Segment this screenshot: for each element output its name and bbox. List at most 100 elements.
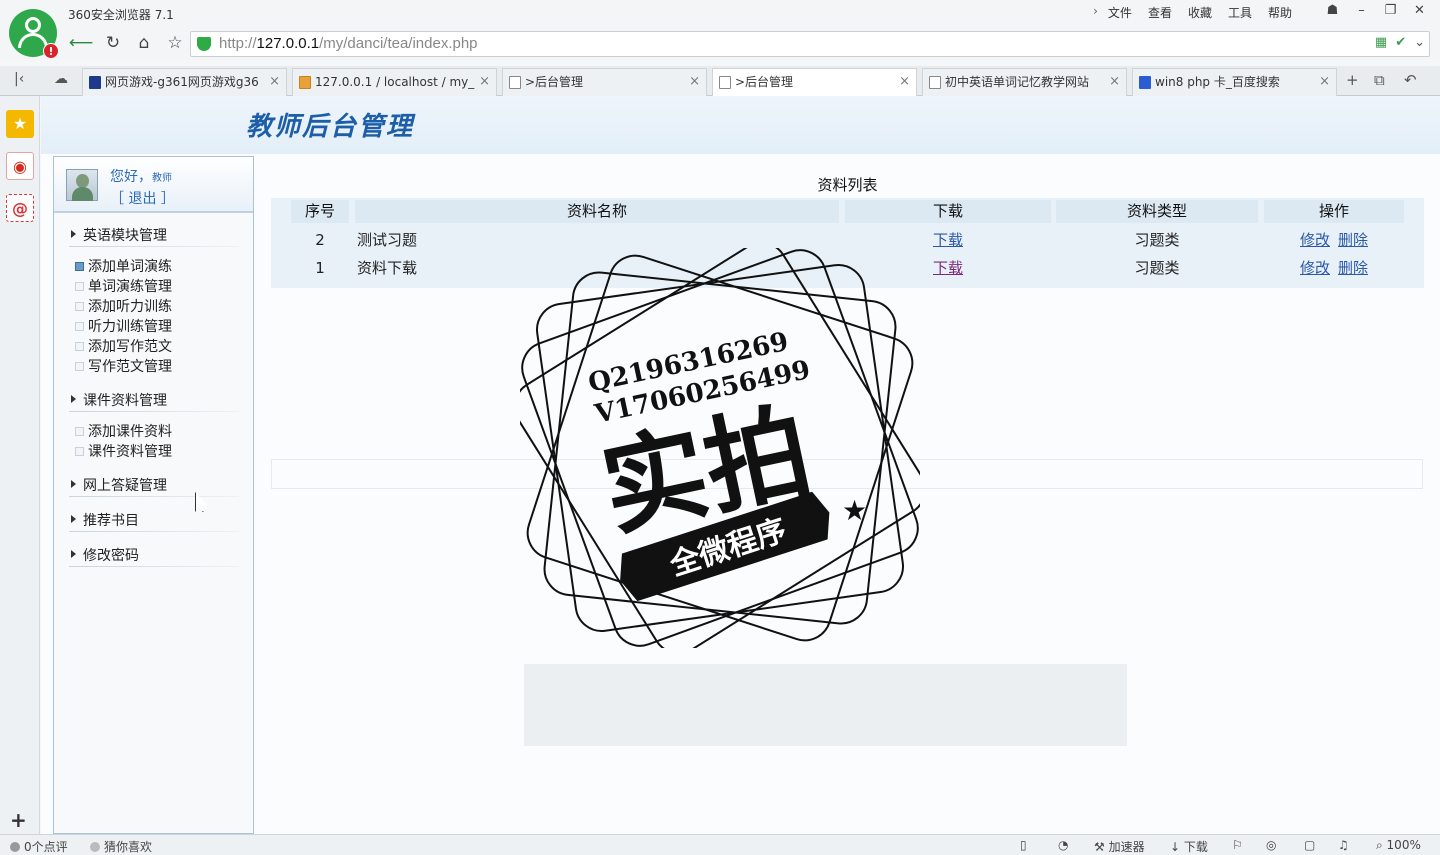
menu-listening-manage[interactable]: 听力训练管理 [75, 316, 172, 336]
speed-icon[interactable]: ◔ [1058, 838, 1068, 852]
favorite-star-icon[interactable]: ☆ [162, 32, 188, 56]
sidebar-add-icon[interactable]: + [10, 808, 27, 832]
menu-favorites[interactable]: 收藏 [1180, 4, 1220, 21]
delete-link[interactable]: 删除 [1338, 259, 1368, 277]
volume-icon[interactable]: ♫ [1338, 838, 1349, 852]
header-actions: 操作 [1264, 200, 1404, 223]
refresh-icon[interactable]: ↻ [100, 32, 126, 56]
section-recommended-books[interactable]: 推荐书目 [69, 510, 239, 532]
section-courseware[interactable]: 课件资料管理 [69, 390, 239, 412]
tab-close-icon[interactable]: × [269, 69, 280, 95]
safe-check-icon[interactable]: ✔ [1395, 35, 1406, 50]
zoom-level[interactable]: ⌕ 100% [1376, 838, 1421, 853]
tab-close-icon[interactable]: × [1319, 69, 1330, 95]
status-bar: 0个点评 猜你喜欢 ▯ ◔ ⚒ 加速器 ↓ 下载 ⚐ ◎ ▢ ♫ ⌕ 100% [0, 834, 1440, 855]
address-url[interactable]: http://127.0.0.1/my/danci/tea/index.php [219, 35, 478, 52]
skin-icon[interactable]: ☗ [1318, 1, 1347, 23]
delete-link[interactable]: 删除 [1338, 231, 1368, 249]
tab-scroll-left-icon[interactable]: |‹ [14, 71, 24, 87]
user-greeting: 您好，教师 [110, 169, 172, 185]
tab-list-icon[interactable]: ⧉ [1374, 71, 1385, 89]
favorites-star-icon[interactable]: ★ [6, 110, 34, 138]
download-link[interactable]: 下载 [933, 259, 963, 277]
menu-file[interactable]: 文件 [1100, 4, 1140, 21]
tab-baidu[interactable]: win8 php 卡_百度搜索 × [1132, 68, 1337, 96]
header-type: 资料类型 [1056, 200, 1258, 223]
navigation-bar: ⟵ ↻ ⌂ ☆ http://127.0.0.1/my/danci/tea/in… [0, 28, 1440, 60]
menu-view[interactable]: 查看 [1140, 4, 1180, 21]
menu-courseware-manage[interactable]: 课件资料管理 [75, 441, 172, 461]
edit-link[interactable]: 修改 [1300, 259, 1330, 277]
address-tools: ▦ ✔ ⌄ [1375, 35, 1425, 50]
undo-close-icon[interactable]: ↶ [1404, 71, 1417, 89]
user-box: 您好，教师 ［ 退出 ］ [54, 157, 253, 213]
tab-close-icon[interactable]: × [899, 69, 910, 95]
tab-phpmyadmin[interactable]: 127.0.0.1 / localhost / my_ × [292, 68, 497, 96]
header-id: 序号 [291, 200, 349, 223]
tab-admin-active[interactable]: >后台管理 × [712, 68, 917, 97]
menu-help[interactable]: 帮助 [1260, 4, 1300, 21]
section-english-module[interactable]: 英语模块管理 [69, 225, 239, 247]
ghost-panel [271, 459, 1423, 489]
tab-close-icon[interactable]: × [479, 69, 490, 95]
menu-expand-icon[interactable]: › [1085, 4, 1100, 21]
cloud-icon[interactable]: ☁ [54, 71, 68, 87]
page-icon [929, 76, 941, 89]
minimize-button[interactable]: – [1347, 1, 1376, 23]
tab-english-site[interactable]: 初中英语单词记忆教学网站 × [922, 68, 1127, 96]
cell-download: 下载 [845, 226, 1051, 254]
table-header: 序号 资料名称 下载 资料类型 操作 [271, 198, 1424, 223]
tab-admin-1[interactable]: >后台管理 × [502, 68, 707, 96]
accelerator-button[interactable]: ⚒ 加速器 [1094, 838, 1145, 855]
mail-icon[interactable]: @ [6, 194, 34, 222]
dropdown-icon[interactable]: ⌄ [1414, 35, 1425, 50]
menu-word-drill-manage[interactable]: 单词演练管理 [75, 276, 172, 296]
new-tab-icon[interactable]: + [1346, 71, 1359, 89]
web-page: 教师后台管理 您好，教师 ［ 退出 ］ 英语模块管理 添加单词演练 单词演练管理… [41, 96, 1440, 834]
table-row: 2 测试习题 下载 习题类 修改 删除 [271, 226, 1424, 254]
tab-bar: |‹ ☁ 网页游戏-g361网页游戏g36 × 127.0.0.1 / local… [0, 66, 1440, 97]
header-download: 下载 [845, 200, 1051, 223]
maximize-button[interactable]: ❐ [1376, 1, 1405, 23]
logout-link[interactable]: ［ 退出 ］ [110, 188, 175, 208]
menu-writing-sample-manage[interactable]: 写作范文管理 [75, 356, 172, 376]
browser-titlebar: 360安全浏览器 7.1 › 文件 查看 收藏 工具 帮助 ☗ – ❐ ✕ [0, 0, 1440, 28]
menu-add-listening[interactable]: 添加听力训练 [75, 296, 172, 316]
tab-game[interactable]: 网页游戏-g361网页游戏g36 × [82, 68, 287, 96]
cell-type: 习题类 [1134, 259, 1180, 277]
tab-close-icon[interactable]: × [689, 69, 700, 95]
menu-add-word-drill[interactable]: 添加单词演练 [75, 256, 172, 276]
tab-close-icon[interactable]: × [1109, 69, 1120, 95]
cell-download: 下载 [845, 254, 1051, 282]
section-online-qa[interactable]: 网上答疑管理 [69, 475, 239, 497]
home-icon[interactable]: ⌂ [131, 32, 157, 56]
guess-like-status[interactable]: 猜你喜欢 [90, 838, 152, 855]
weibo-icon[interactable]: ◉ [6, 152, 34, 180]
close-button[interactable]: ✕ [1405, 1, 1434, 23]
back-icon[interactable]: ⟵ [68, 32, 94, 56]
comments-status[interactable]: 0个点评 [10, 838, 68, 855]
comment-icon [10, 842, 20, 852]
menu-tools[interactable]: 工具 [1220, 4, 1260, 21]
page-icon [509, 76, 521, 89]
address-bar[interactable]: http://127.0.0.1/my/danci/tea/index.php … [190, 31, 1430, 57]
baidu-favicon-icon [1139, 76, 1151, 89]
download-link[interactable]: 下载 [933, 231, 963, 249]
ie-mode-icon[interactable]: ◎ [1266, 838, 1276, 852]
ghost-dialog [524, 664, 1127, 746]
qrcode-icon[interactable]: ▦ [1375, 35, 1387, 50]
browser-logo-icon[interactable]: ! [9, 9, 59, 59]
cell-id: 1 [315, 259, 325, 277]
edit-link[interactable]: 修改 [1300, 231, 1330, 249]
mobile-icon[interactable]: ▯ [1020, 838, 1027, 852]
avatar [66, 169, 98, 201]
table-caption: 资料列表 [817, 176, 878, 194]
section-change-password[interactable]: 修改密码 [69, 545, 239, 567]
menu-add-writing-sample[interactable]: 添加写作范文 [75, 336, 172, 356]
pma-favicon-icon [299, 76, 311, 89]
window-icon[interactable]: ▢ [1304, 838, 1315, 852]
menu-add-courseware[interactable]: 添加课件资料 [75, 421, 172, 441]
flag-icon[interactable]: ⚐ [1232, 838, 1243, 852]
download-button[interactable]: ↓ 下载 [1170, 838, 1208, 855]
header-name: 资料名称 [355, 200, 839, 223]
